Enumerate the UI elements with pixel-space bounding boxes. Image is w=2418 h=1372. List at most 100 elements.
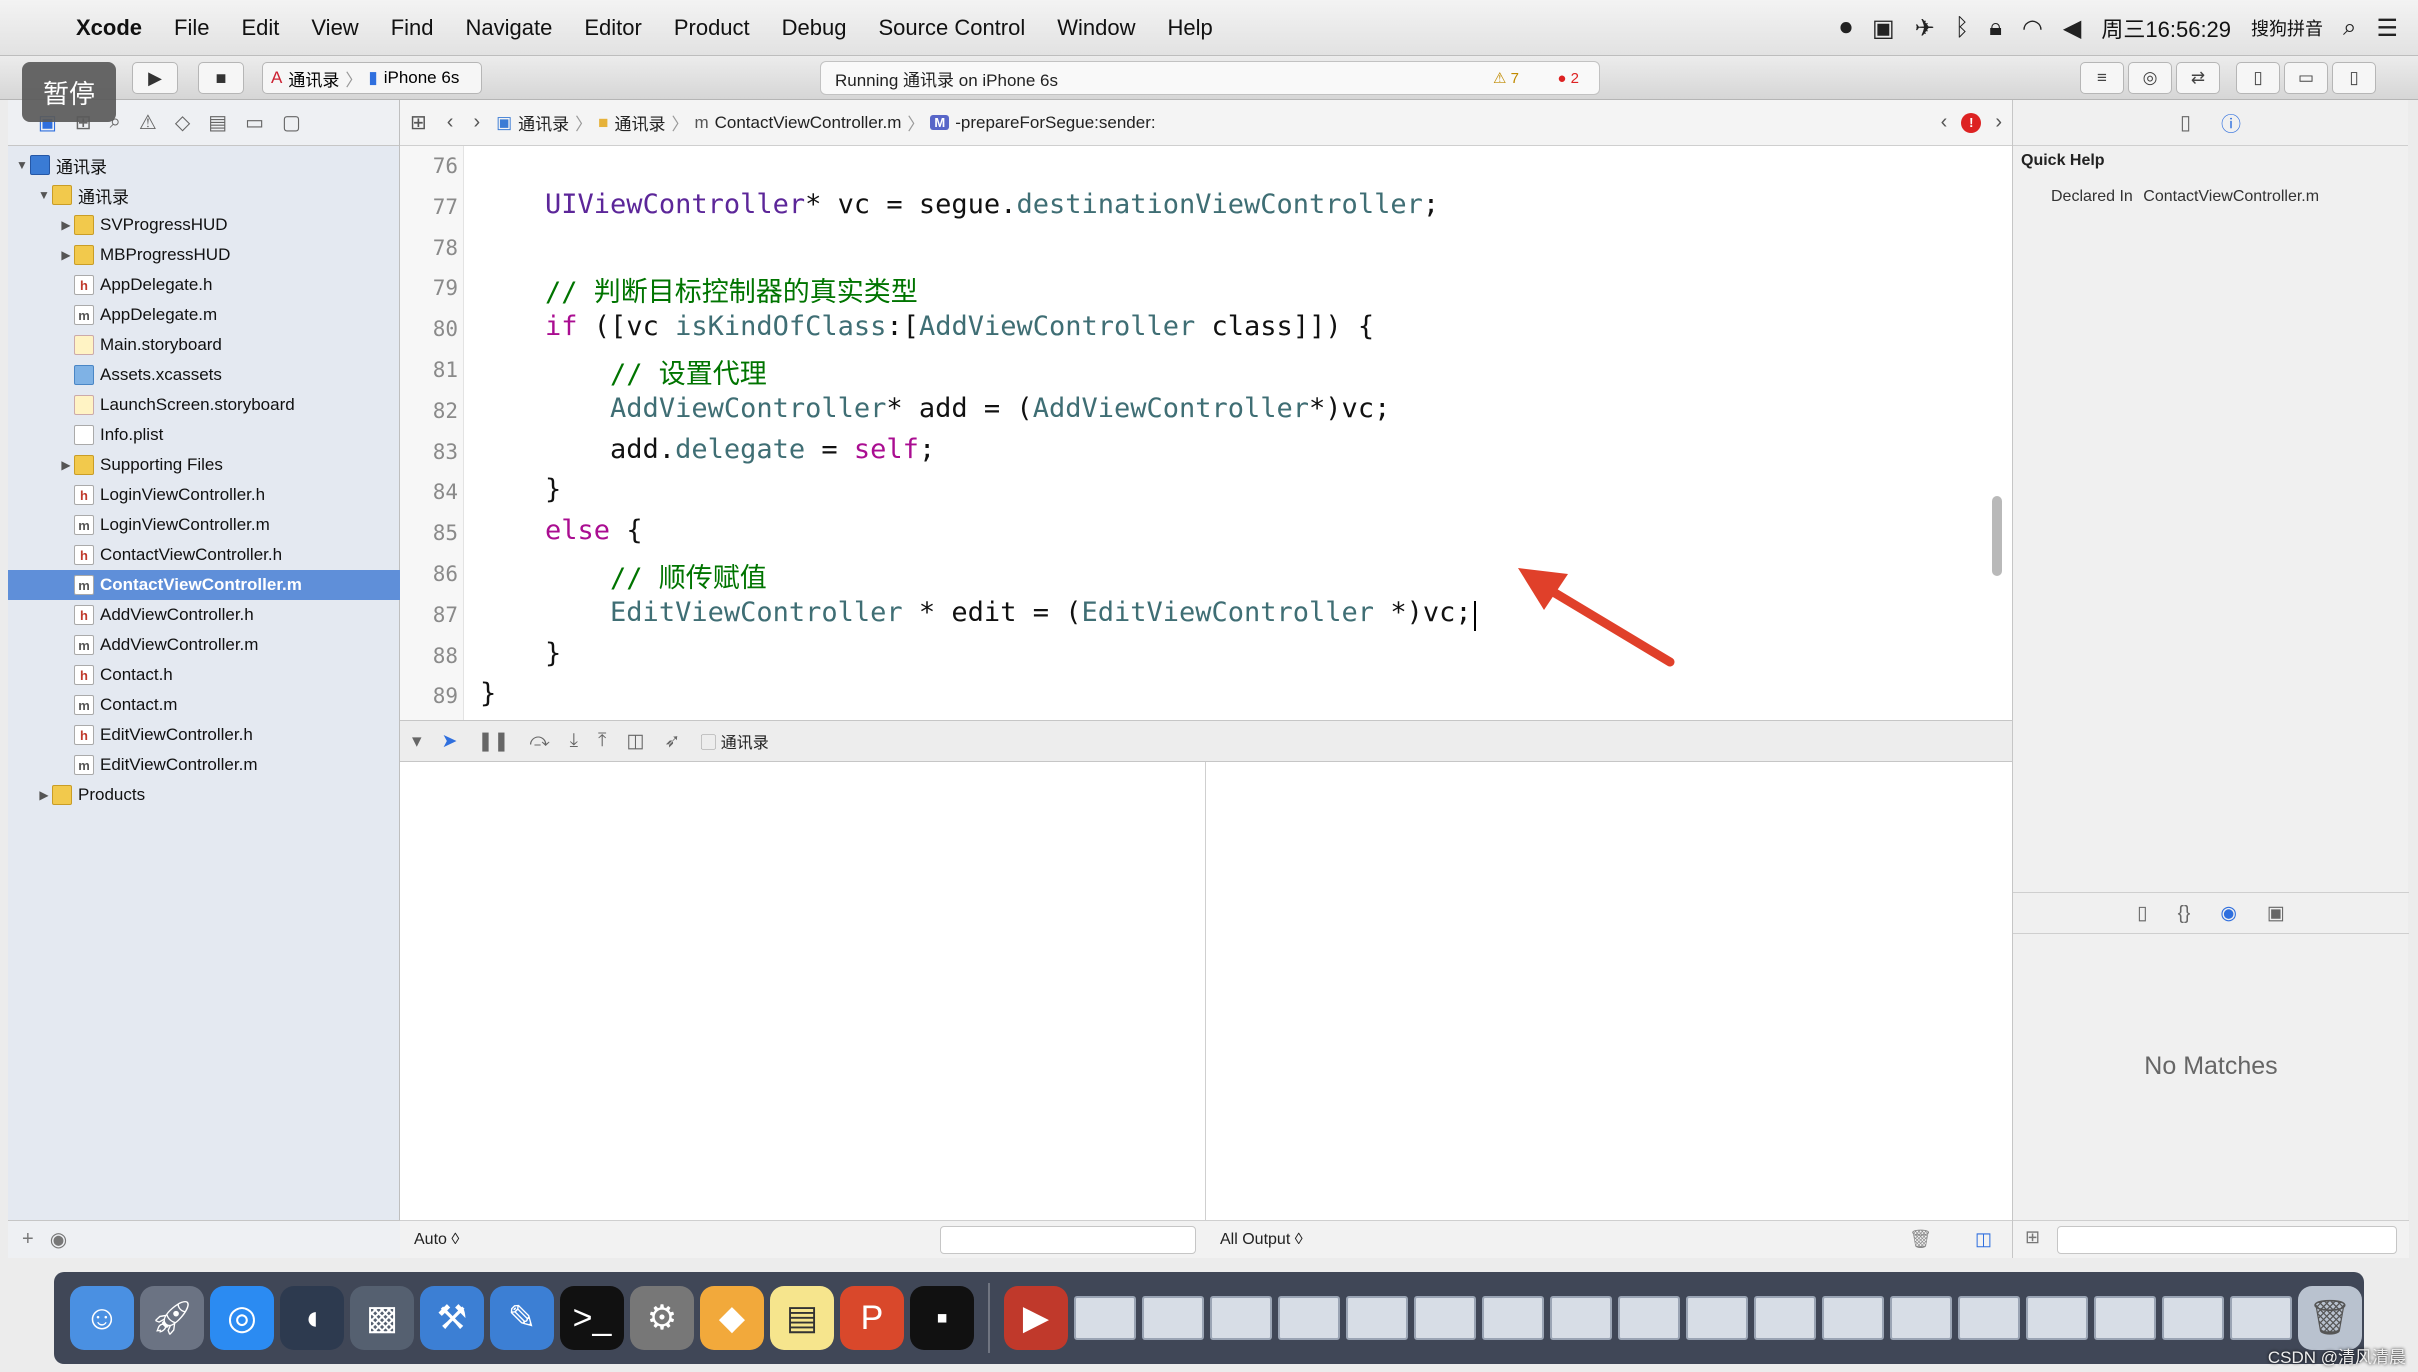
- tree-item[interactable]: h AppDelegate.h: [8, 270, 400, 300]
- safari-icon[interactable]: ◎: [210, 1286, 274, 1350]
- issue-nav-icon[interactable]: ⚠: [139, 110, 157, 135]
- minimized-window[interactable]: [1890, 1296, 1952, 1340]
- debug-nav-icon[interactable]: ▤: [208, 110, 227, 135]
- hide-debug-icon[interactable]: ▾: [412, 730, 422, 753]
- bluetooth-icon[interactable]: ᛒ: [1955, 14, 1969, 42]
- line-number[interactable]: 89: [400, 684, 458, 708]
- quick-help-icon[interactable]: ⓘ: [2221, 108, 2241, 137]
- minimized-window[interactable]: [1278, 1296, 1340, 1340]
- tree-item[interactable]: m EditViewController.m: [8, 750, 400, 780]
- menu-clock[interactable]: 周三16:56:29: [2101, 12, 2231, 44]
- media-library-icon[interactable]: ▣: [2267, 902, 2285, 925]
- test-nav-icon[interactable]: ◇: [175, 110, 190, 135]
- scheme-selector[interactable]: A 通讯录 〉 ▮ iPhone 6s: [262, 62, 482, 94]
- minimized-window[interactable]: [1414, 1296, 1476, 1340]
- minimized-window[interactable]: [2162, 1296, 2224, 1340]
- add-file-icon[interactable]: +: [22, 1228, 34, 1251]
- view-hierarchy-icon[interactable]: ◫: [626, 730, 644, 753]
- variables-filter-input[interactable]: [940, 1226, 1196, 1254]
- menu-help[interactable]: Help: [1152, 15, 1229, 41]
- code-line[interactable]: }: [480, 474, 561, 505]
- line-number[interactable]: 86: [400, 562, 458, 586]
- spotlight-search-icon[interactable]: ⌕: [2343, 14, 2356, 42]
- pause-icon[interactable]: ❚❚: [477, 730, 509, 753]
- minimized-window[interactable]: [2230, 1296, 2292, 1340]
- code-line[interactable]: }: [480, 678, 496, 709]
- code-line[interactable]: else {: [480, 515, 643, 546]
- terminal-icon[interactable]: >_: [560, 1286, 624, 1350]
- object-library-icon[interactable]: ◉: [2220, 902, 2237, 925]
- minimized-window[interactable]: [1754, 1296, 1816, 1340]
- camera-icon[interactable]: ▣: [1872, 14, 1895, 43]
- tree-item[interactable]: ▶ MBProgressHUD: [8, 240, 400, 270]
- menu-debug[interactable]: Debug: [766, 15, 863, 41]
- tree-item[interactable]: h Contact.h: [8, 660, 400, 690]
- warning-count[interactable]: ⚠ 7: [1493, 69, 1519, 87]
- console-app-icon[interactable]: ▪: [910, 1286, 974, 1350]
- instruments-icon[interactable]: ✎: [490, 1286, 554, 1350]
- minimized-window[interactable]: [1550, 1296, 1612, 1340]
- toggle-navigator-icon[interactable]: ▯: [2236, 62, 2280, 94]
- airplane-icon[interactable]: ✈: [1915, 14, 1935, 43]
- tree-item[interactable]: ▶ Products: [8, 780, 400, 810]
- mouse-app-icon[interactable]: ◖: [280, 1286, 344, 1350]
- step-into-icon[interactable]: ⤓: [570, 730, 578, 752]
- source-editor[interactable]: 767778798081828384858687888990919293 UIV…: [400, 146, 2012, 720]
- variables-view[interactable]: [400, 762, 1206, 1220]
- minimized-window[interactable]: [1346, 1296, 1408, 1340]
- tree-item[interactable]: m AddViewController.m: [8, 630, 400, 660]
- trash-can-icon[interactable]: 🗑︎: [2298, 1286, 2362, 1350]
- line-number[interactable]: 88: [400, 644, 458, 668]
- line-number[interactable]: 87: [400, 603, 458, 627]
- menu-view[interactable]: View: [295, 15, 374, 41]
- disclosure-triangle-icon[interactable]: ▶: [58, 458, 74, 472]
- output-selector[interactable]: All Output ◊: [1220, 1231, 1303, 1249]
- forward-icon[interactable]: ›: [463, 111, 490, 134]
- line-number[interactable]: 83: [400, 440, 458, 464]
- menu-app-xcode[interactable]: Xcode: [60, 15, 158, 41]
- input-method[interactable]: 搜狗拼音: [2251, 15, 2323, 41]
- file-inspector-icon[interactable]: ▯: [2180, 110, 2191, 135]
- menu-source-control[interactable]: Source Control: [863, 15, 1042, 41]
- auto-scope-selector[interactable]: Auto ◊: [414, 1231, 459, 1249]
- code-line[interactable]: AddViewController* add = (AddViewControl…: [480, 393, 1390, 424]
- editor-scrollbar[interactable]: [1992, 496, 2002, 576]
- tree-item[interactable]: ▶ SVProgressHUD: [8, 210, 400, 240]
- tree-item[interactable]: h ContactViewController.h: [8, 540, 400, 570]
- menu-edit[interactable]: Edit: [225, 15, 295, 41]
- menu-editor[interactable]: Editor: [568, 15, 657, 41]
- code-line[interactable]: add.delegate = self;: [480, 434, 935, 465]
- finder-icon[interactable]: ☺: [70, 1286, 134, 1350]
- minimized-window[interactable]: [1686, 1296, 1748, 1340]
- tree-item[interactable]: m AppDelegate.m: [8, 300, 400, 330]
- presentation-app-icon[interactable]: P: [840, 1286, 904, 1350]
- disclosure-triangle-icon[interactable]: ▶: [58, 248, 74, 262]
- code-line[interactable]: if ([vc isKindOfClass:[AddViewController…: [480, 311, 1374, 342]
- wifi-icon[interactable]: ◠: [2022, 14, 2043, 43]
- crumb-file[interactable]: m ContactViewController.m: [688, 113, 907, 133]
- version-editor-icon[interactable]: ⇄: [2176, 62, 2220, 94]
- file-template-icon[interactable]: ▯: [2137, 902, 2147, 925]
- minimized-window[interactable]: [1618, 1296, 1680, 1340]
- notification-list-icon[interactable]: ☰: [2376, 14, 2398, 43]
- code-line[interactable]: // 设置代理: [480, 352, 767, 391]
- line-number[interactable]: 77: [400, 195, 458, 219]
- next-issue-icon[interactable]: ›: [1995, 111, 2002, 134]
- launchpad-icon[interactable]: 🚀︎: [140, 1286, 204, 1350]
- xcode-icon[interactable]: ⚒: [420, 1286, 484, 1350]
- disclosure-triangle-icon[interactable]: ▶: [58, 218, 74, 232]
- crumb-group[interactable]: ■ 通讯录: [592, 110, 671, 135]
- tree-item[interactable]: Info.plist: [8, 420, 400, 450]
- declared-in-value[interactable]: ContactViewController.m: [2143, 188, 2319, 205]
- line-number[interactable]: 85: [400, 521, 458, 545]
- code-line[interactable]: }: [480, 638, 561, 669]
- minimized-window[interactable]: [2094, 1296, 2156, 1340]
- split-view-icon[interactable]: ◫: [1975, 1229, 1992, 1250]
- minimized-window[interactable]: [1822, 1296, 1884, 1340]
- menu-find[interactable]: Find: [375, 15, 450, 41]
- menu-product[interactable]: Product: [658, 15, 766, 41]
- notes-icon[interactable]: ▤: [770, 1286, 834, 1350]
- tree-item[interactable]: h EditViewController.h: [8, 720, 400, 750]
- standard-editor-icon[interactable]: ≡: [2080, 62, 2124, 94]
- code-line[interactable]: // 判断目标控制器的真实类型: [480, 270, 918, 309]
